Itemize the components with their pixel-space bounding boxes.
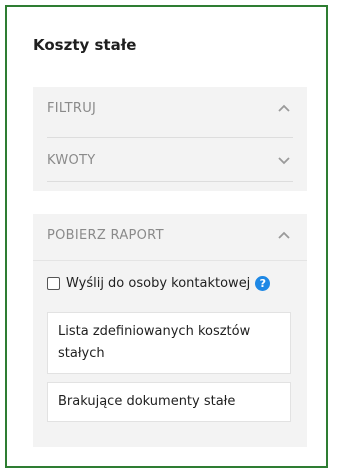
send-to-contact-checkbox[interactable]	[47, 277, 60, 290]
missing-documents-button[interactable]: Brakujące dokumenty stałe	[47, 382, 291, 422]
chevron-up-icon[interactable]	[277, 228, 291, 242]
page-title: Koszty stałe	[33, 36, 137, 54]
page-frame: Koszty stałe FILTRUJ KWOTY POBIERZ RAPOR…	[5, 5, 328, 468]
accordion-filtruj[interactable]: FILTRUJ	[33, 87, 307, 131]
send-to-contact-row: Wyślij do osoby kontaktowej ?	[47, 276, 271, 291]
help-icon[interactable]: ?	[255, 276, 271, 291]
filter-panel: FILTRUJ KWOTY	[33, 87, 307, 191]
chevron-up-icon[interactable]	[277, 101, 291, 115]
divider	[47, 137, 293, 138]
accordion-kwoty[interactable]: KWOTY	[33, 139, 307, 183]
report-panel: POBIERZ RAPORT Wyślij do osoby kontaktow…	[33, 214, 307, 447]
accordion-kwoty-label: KWOTY	[47, 153, 96, 168]
accordion-filtruj-label: FILTRUJ	[47, 101, 97, 116]
divider	[47, 181, 293, 182]
accordion-report-label: POBIERZ RAPORT	[47, 228, 164, 243]
accordion-pobierz-raport[interactable]: POBIERZ RAPORT	[33, 214, 307, 258]
chevron-down-icon[interactable]	[277, 153, 291, 167]
defined-costs-list-button[interactable]: Lista zdefiniowanych kosztów stałych	[47, 312, 291, 374]
divider	[33, 260, 307, 261]
send-to-contact-label[interactable]: Wyślij do osoby kontaktowej	[66, 276, 250, 291]
